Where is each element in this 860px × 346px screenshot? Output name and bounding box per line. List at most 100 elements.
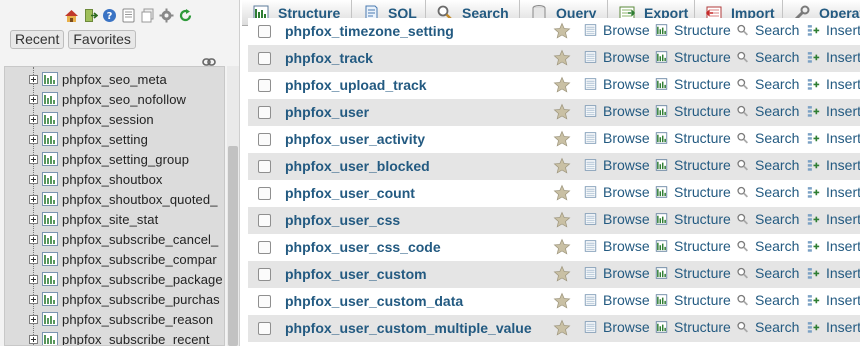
structure-link[interactable]: Structure	[655, 238, 731, 254]
expand-icon[interactable]	[29, 274, 38, 284]
row-checkbox[interactable]	[258, 322, 271, 335]
star-icon[interactable]	[553, 103, 571, 121]
table-name-link[interactable]: phpfox_track	[285, 50, 373, 66]
expand-icon[interactable]	[29, 334, 38, 344]
row-checkbox[interactable]	[258, 25, 271, 38]
row-checkbox[interactable]	[258, 241, 271, 254]
expand-icon[interactable]	[29, 234, 38, 244]
table-name-link[interactable]: phpfox_user_custom	[285, 266, 427, 282]
expand-icon[interactable]	[29, 74, 38, 84]
search-link[interactable]: Search	[736, 184, 799, 200]
expand-icon[interactable]	[29, 94, 38, 104]
nav-scrollbar[interactable]	[227, 66, 239, 346]
tree-item-label[interactable]: phpfox_subscribe_reason	[62, 312, 213, 327]
star-icon[interactable]	[553, 76, 571, 94]
tree-item[interactable]: phpfox_subscribe_purchas	[29, 289, 220, 309]
expand-icon[interactable]	[29, 194, 38, 204]
search-link[interactable]: Search	[736, 292, 799, 308]
tree-item-label[interactable]: phpfox_subscribe_cancel_	[62, 232, 218, 247]
row-checkbox[interactable]	[258, 133, 271, 146]
copy-icon[interactable]	[140, 8, 155, 23]
home-icon[interactable]	[64, 8, 79, 23]
search-link[interactable]: Search	[736, 238, 799, 254]
structure-link[interactable]: Structure	[655, 49, 731, 65]
tree-item[interactable]: phpfox_subscribe_compar	[29, 249, 217, 269]
expand-icon[interactable]	[29, 154, 38, 164]
row-checkbox[interactable]	[258, 214, 271, 227]
structure-link[interactable]: Structure	[655, 157, 731, 173]
nav-scrollbar-thumb[interactable]	[228, 146, 238, 346]
tree-item-label[interactable]: phpfox_shoutbox	[62, 172, 163, 187]
insert-link[interactable]: Insert	[807, 76, 860, 92]
tree-item[interactable]: phpfox_subscribe_recent_	[29, 329, 217, 346]
table-name-link[interactable]: phpfox_user_css_code	[285, 239, 441, 255]
row-checkbox[interactable]	[258, 160, 271, 173]
browse-link[interactable]: Browse	[584, 238, 650, 254]
structure-link[interactable]: Structure	[655, 76, 731, 92]
browse-link[interactable]: Browse	[584, 130, 650, 146]
row-checkbox[interactable]	[258, 106, 271, 119]
search-link[interactable]: Search	[736, 22, 799, 38]
insert-link[interactable]: Insert	[807, 157, 860, 173]
star-icon[interactable]	[553, 238, 571, 256]
tree-item-label[interactable]: phpfox_site_stat	[62, 212, 158, 227]
insert-link[interactable]: Insert	[807, 292, 860, 308]
search-link[interactable]: Search	[736, 76, 799, 92]
logout-icon[interactable]	[83, 8, 98, 23]
tree-item-label[interactable]: phpfox_subscribe_package	[62, 272, 223, 287]
row-checkbox[interactable]	[258, 187, 271, 200]
tree-item-label[interactable]: phpfox_setting_group	[62, 152, 189, 167]
star-icon[interactable]	[553, 49, 571, 67]
table-name-link[interactable]: phpfox_user_count	[285, 185, 415, 201]
structure-link[interactable]: Structure	[655, 184, 731, 200]
star-icon[interactable]	[553, 292, 571, 310]
expand-icon[interactable]	[29, 134, 38, 144]
table-name-link[interactable]: phpfox_user_blocked	[285, 158, 430, 174]
expand-icon[interactable]	[29, 254, 38, 264]
tree-item[interactable]: phpfox_subscribe_cancel_	[29, 229, 218, 249]
browse-link[interactable]: Browse	[584, 22, 650, 38]
search-link[interactable]: Search	[736, 319, 799, 335]
table-name-link[interactable]: phpfox_upload_track	[285, 77, 427, 93]
table-name-link[interactable]: phpfox_timezone_setting	[285, 23, 454, 39]
tree-item-label[interactable]: phpfox_subscribe_recent_	[62, 332, 217, 346]
row-checkbox[interactable]	[258, 52, 271, 65]
expand-icon[interactable]	[29, 214, 38, 224]
row-checkbox[interactable]	[258, 268, 271, 281]
docs-icon[interactable]	[121, 8, 136, 23]
help-icon[interactable]: ?	[102, 8, 117, 23]
expand-icon[interactable]	[29, 114, 38, 124]
tree-item[interactable]: phpfox_site_stat	[29, 209, 158, 229]
expand-icon[interactable]	[29, 174, 38, 184]
structure-link[interactable]: Structure	[655, 319, 731, 335]
star-icon[interactable]	[553, 184, 571, 202]
insert-link[interactable]: Insert	[807, 22, 860, 38]
tree-item-label[interactable]: phpfox_setting	[62, 132, 148, 147]
browse-link[interactable]: Browse	[584, 157, 650, 173]
browse-link[interactable]: Browse	[584, 211, 650, 227]
table-name-link[interactable]: phpfox_user_css	[285, 212, 400, 228]
insert-link[interactable]: Insert	[807, 184, 860, 200]
tree-item[interactable]: phpfox_subscribe_reason	[29, 309, 213, 329]
star-icon[interactable]	[553, 265, 571, 283]
search-link[interactable]: Search	[736, 130, 799, 146]
tree-item[interactable]: phpfox_setting	[29, 129, 148, 149]
structure-link[interactable]: Structure	[655, 130, 731, 146]
search-link[interactable]: Search	[736, 49, 799, 65]
browse-link[interactable]: Browse	[584, 76, 650, 92]
recent-button[interactable]: Recent	[10, 30, 65, 49]
tree-item[interactable]: phpfox_seo_nofollow	[29, 89, 186, 109]
table-name-link[interactable]: phpfox_user_activity	[285, 131, 425, 147]
expand-icon[interactable]	[29, 294, 38, 304]
tree-item[interactable]: phpfox_seo_meta	[29, 69, 167, 89]
tree-item-label[interactable]: phpfox_subscribe_purchas	[62, 292, 220, 307]
browse-link[interactable]: Browse	[584, 319, 650, 335]
structure-link[interactable]: Structure	[655, 22, 731, 38]
favorites-button[interactable]: Favorites	[68, 30, 136, 49]
tree-item[interactable]: phpfox_subscribe_package	[29, 269, 223, 289]
tree-item-label[interactable]: phpfox_shoutbox_quoted_	[62, 192, 218, 207]
star-icon[interactable]	[553, 130, 571, 148]
star-icon[interactable]	[553, 22, 571, 40]
insert-link[interactable]: Insert	[807, 211, 860, 227]
browse-link[interactable]: Browse	[584, 292, 650, 308]
